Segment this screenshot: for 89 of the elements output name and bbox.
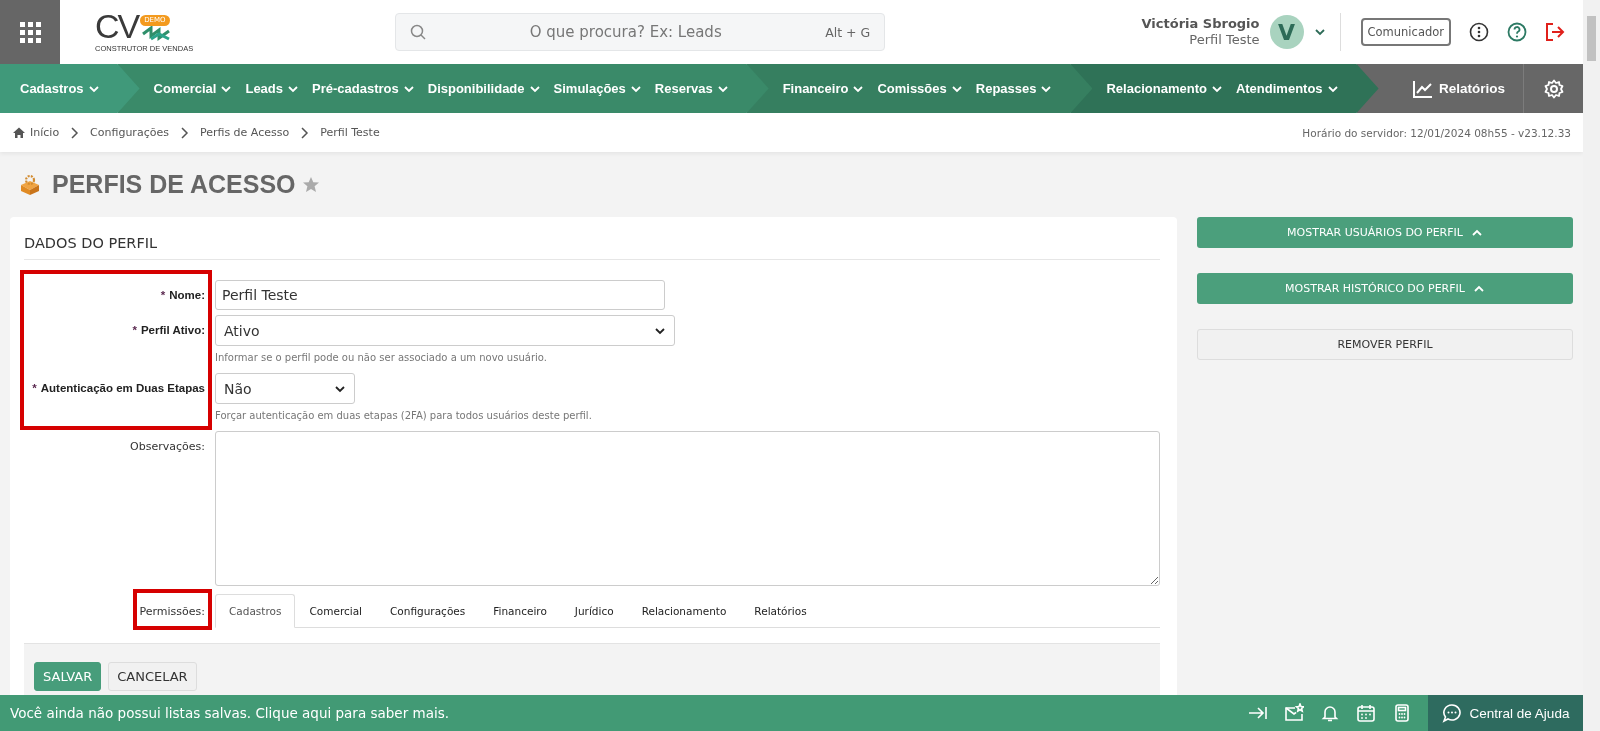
select-field[interactable]: Não [215, 373, 355, 404]
tab[interactable]: Financeiro [479, 594, 561, 628]
more-options-icon[interactable] [1469, 22, 1489, 42]
star-icon[interactable] [301, 176, 320, 193]
breadcrumb-link[interactable]: Perfis de Acesso [199, 126, 290, 139]
menu-item[interactable]: Reservas [654, 81, 729, 96]
grid-icon [19, 21, 41, 43]
search-field[interactable]: O que procura? Ex: Leads Alt + G [395, 13, 886, 51]
menu-item[interactable]: Simulações [553, 81, 642, 96]
caret-up-icon [1470, 227, 1483, 238]
avatar[interactable]: V [1269, 15, 1304, 49]
caret-down-icon [950, 83, 963, 94]
caret-down-icon [87, 83, 100, 94]
chevron-right-icon [179, 126, 189, 139]
page-title: PERFIS DE ACESSO [52, 170, 296, 199]
chart-icon [1411, 78, 1433, 99]
field-label: Observações: [130, 439, 205, 455]
chevron-right-icon [300, 126, 310, 139]
menu-item[interactable]: Repasses [975, 81, 1053, 96]
caret-down-icon [716, 83, 729, 94]
save-button[interactable]: SALVAR [34, 662, 102, 691]
menu-item[interactable]: Financeiro [782, 81, 865, 96]
chat-bubble-icon [1441, 703, 1462, 723]
menu-item[interactable]: Comissões [877, 81, 963, 96]
caret-down-icon [1210, 83, 1223, 94]
toggle-button[interactable]: MOSTRAR USUÁRIOS DO PERFIL [1197, 217, 1573, 248]
caret-down-icon [287, 83, 300, 94]
tab[interactable]: Comercial [295, 594, 376, 628]
logout-icon[interactable] [1545, 22, 1565, 42]
wave-icon [141, 26, 170, 42]
help-center-button[interactable]: Central de Ajuda [1428, 695, 1583, 731]
breadcrumb-link[interactable]: Início [30, 126, 60, 139]
menu-item[interactable]: Comercial [153, 81, 233, 96]
tab[interactable]: Relacionamento [627, 594, 741, 628]
menu-item[interactable]: Atendimentos [1235, 81, 1339, 96]
communicator-button[interactable]: Comunicador [1360, 18, 1451, 46]
box-gear-icon [18, 173, 42, 196]
bell-icon[interactable] [1320, 703, 1340, 723]
saved-lists-link[interactable]: Você ainda não possui listas salvas. Clique aqui para saber mais. [10, 705, 449, 721]
home-icon [12, 126, 26, 139]
toggle-button[interactable]: MOSTRAR HISTÓRICO DO PERFIL [1197, 273, 1573, 304]
field-label: * Nome: [160, 288, 205, 303]
tab[interactable]: Cadastros [215, 594, 296, 628]
field-hint: Forçar autenticação em duas etapas (2FA) para todos usuários deste perfil. [215, 410, 593, 421]
breadcrumb-link[interactable]: Configurações [90, 126, 169, 139]
chevron-right-icon [70, 126, 80, 139]
menu-item[interactable]: Disponibilidade [427, 81, 541, 96]
caret-down-icon [528, 83, 541, 94]
select-field[interactable]: Ativo [215, 315, 675, 346]
user-name: Victória Sbrogio [1141, 16, 1260, 32]
caret-down-icon [1326, 83, 1339, 94]
help-icon[interactable] [1507, 22, 1527, 42]
shortcut-hint: Alt + G [825, 24, 871, 40]
caret-down-icon [852, 83, 865, 94]
breadcrumb-current: Perfil Teste [320, 126, 380, 139]
cancel-button[interactable]: CANCELAR [108, 662, 197, 691]
calendar-icon[interactable] [1356, 703, 1376, 723]
calculator-icon[interactable] [1392, 703, 1412, 723]
app-menu-button[interactable] [0, 0, 60, 64]
caret-down-icon [654, 325, 666, 336]
caret-down-icon [1313, 27, 1326, 37]
menu-item[interactable]: Pré-cadastros [312, 81, 415, 96]
server-time: Horário do servidor: 12/01/2024 08h55 - v23.12.33 [1302, 126, 1571, 139]
section-title: DADOS DO PERFIL [24, 231, 1160, 260]
field-label: Permissões: [139, 604, 205, 620]
menu-item[interactable]: Leads [245, 81, 300, 96]
mail-star-icon[interactable] [1284, 703, 1304, 723]
logo-letters: CV [95, 10, 139, 42]
search-icon [410, 24, 427, 40]
text-field[interactable]: Perfil Teste [215, 280, 665, 310]
caret-down-icon [629, 83, 642, 94]
caret-down-icon [402, 83, 415, 94]
tab[interactable]: Relatórios [740, 594, 821, 628]
reports-link[interactable]: Relatórios [1411, 78, 1523, 99]
tab[interactable]: Jurídico [560, 594, 628, 628]
caret-down-icon [334, 383, 346, 394]
menu-item[interactable]: Cadastros [20, 81, 100, 96]
field-label: * Autenticação em Duas Etapas [32, 381, 205, 396]
caret-down-icon [220, 83, 233, 94]
menu-item[interactable]: Relacionamento [1106, 81, 1223, 96]
tab[interactable]: Configurações [376, 594, 480, 628]
caret-down-icon [1040, 83, 1053, 94]
search-input[interactable]: O que procura? Ex: Leads [436, 22, 816, 42]
remove-button[interactable]: REMOVER PERFIL [1197, 329, 1573, 360]
user-profile: Perfil Teste [1188, 32, 1260, 48]
field-hint: Informar se o perfil pode ou não ser associado a um novo usuário. [215, 352, 548, 363]
field-label: * Perfil Ativo: [132, 323, 205, 338]
caret-up-icon [1472, 283, 1485, 294]
settings-icon[interactable] [1543, 78, 1564, 99]
